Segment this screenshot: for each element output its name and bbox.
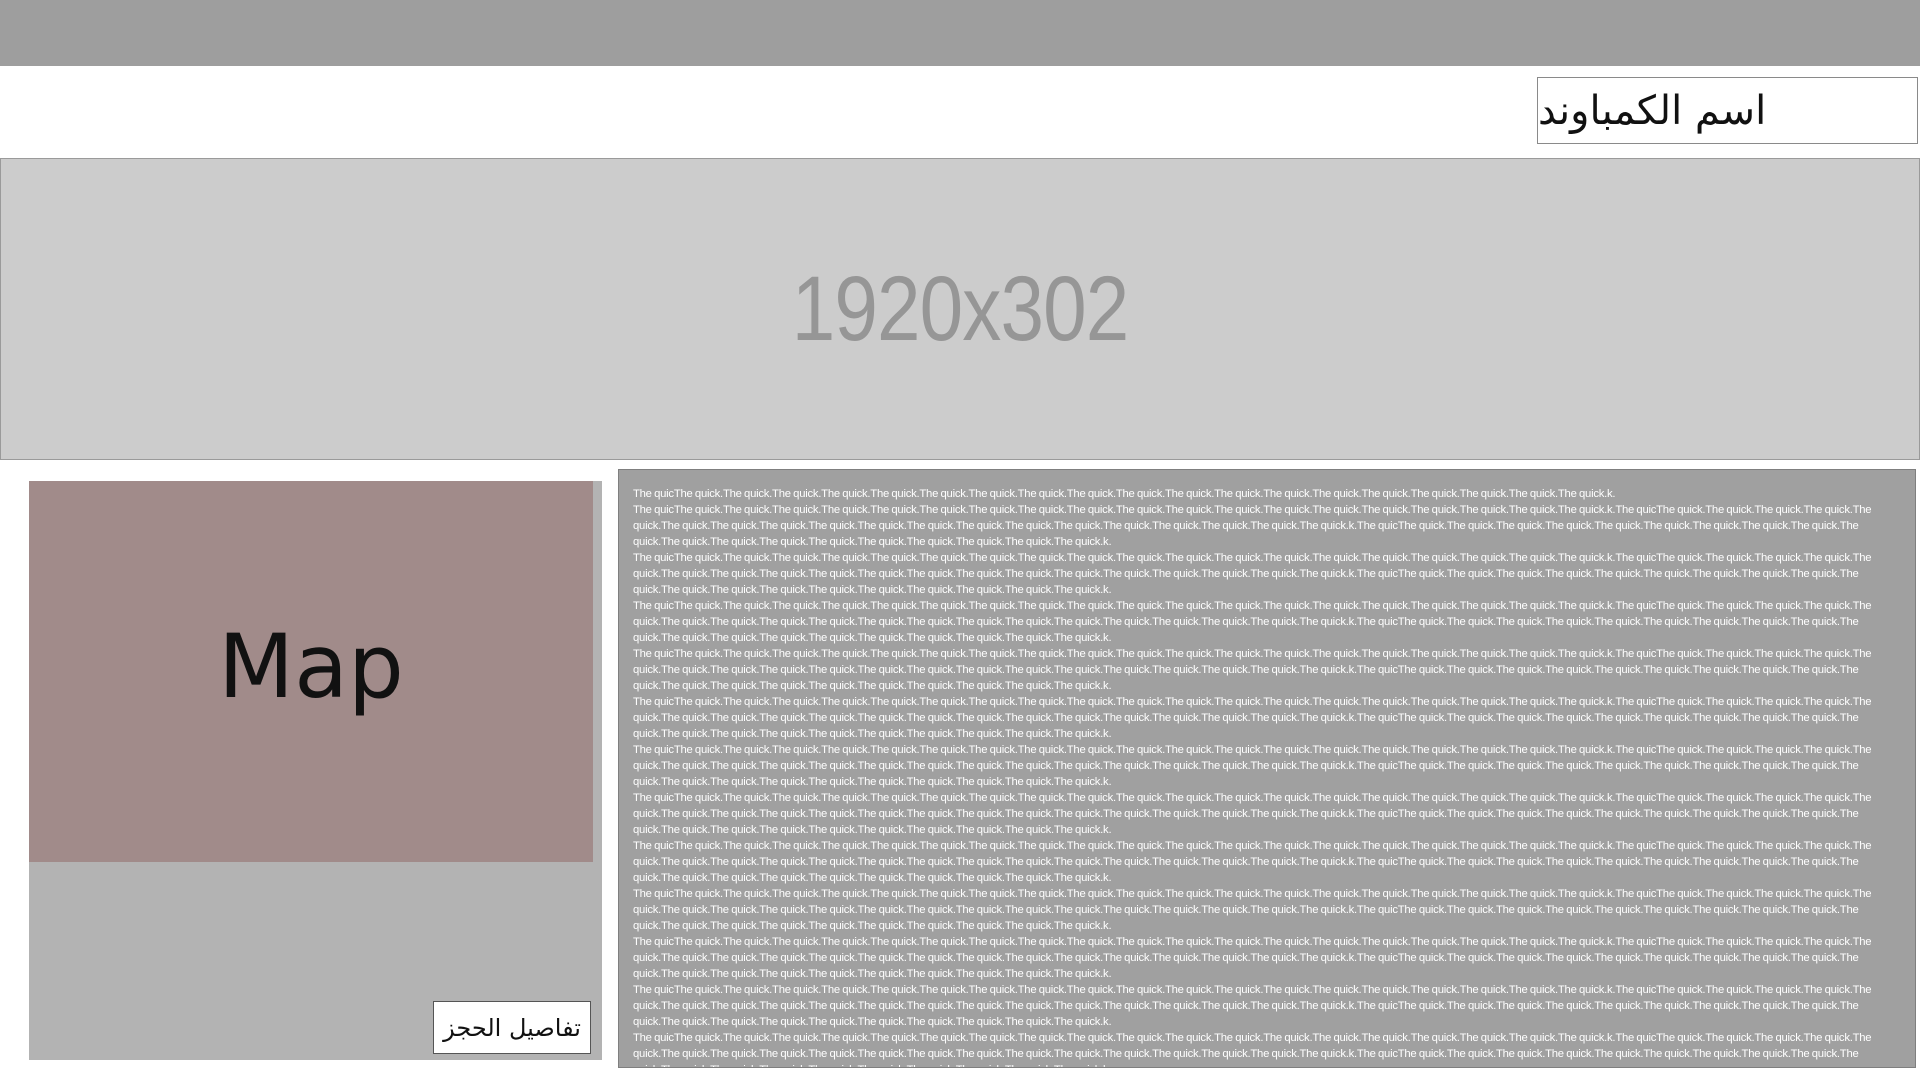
description-paragraph: The quicThe quick.The quick.The quick.Th… [633,504,1872,548]
top-bar [0,0,1920,66]
description-panel: The quicThe quick.The quick.The quick.Th… [618,469,1916,1068]
description-paragraph: The quicThe quick.The quick.The quick.Th… [633,600,1872,644]
description-paragraph: The quicThe quick.The quick.The quick.Th… [633,488,1616,500]
compound-name-title: اسم الكمباوند [1537,77,1918,144]
description-paragraph: The quicThe quick.The quick.The quick.Th… [633,552,1872,596]
description-paragraph: The quicThe quick.The quick.The quick.Th… [633,1032,1872,1067]
description-paragraph: The quicThe quick.The quick.The quick.Th… [633,984,1872,1028]
banner-image-placeholder: 1920x302 [0,158,1920,460]
banner-size-label: 1920x302 [791,257,1130,360]
description-paragraph: The quicThe quick.The quick.The quick.Th… [633,888,1872,932]
map-panel: Map تفاصيل الحجز [29,481,602,1060]
description-paragraph: The quicThe quick.The quick.The quick.Th… [633,648,1872,692]
description-paragraph: The quicThe quick.The quick.The quick.Th… [633,696,1872,740]
description-paragraph: The quicThe quick.The quick.The quick.Th… [633,936,1872,980]
description-paragraph: The quicThe quick.The quick.The quick.Th… [633,792,1872,836]
booking-details-button[interactable]: تفاصيل الحجز [433,1001,591,1054]
description-paragraph: The quicThe quick.The quick.The quick.Th… [633,840,1872,884]
map-label: Map [218,615,404,718]
map-placeholder[interactable]: Map [29,481,593,862]
description-paragraph: The quicThe quick.The quick.The quick.Th… [633,744,1872,788]
